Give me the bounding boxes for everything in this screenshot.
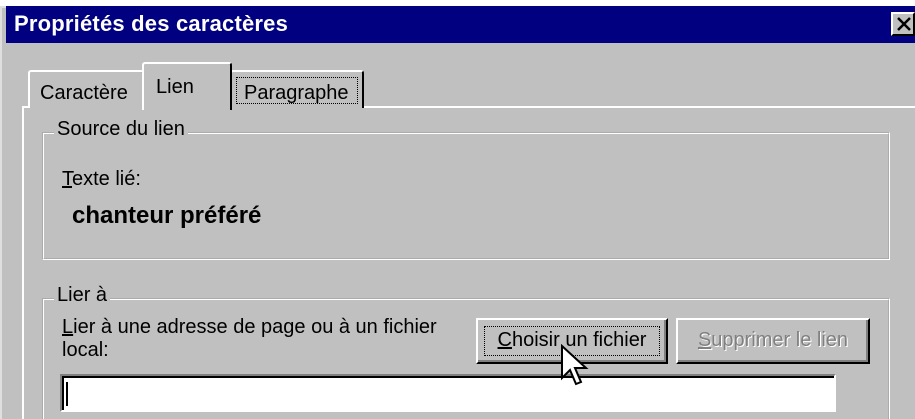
button-label: upprimer le lien xyxy=(711,329,849,351)
tab-paragraphe[interactable]: Paragraphe xyxy=(230,70,364,108)
linked-text-value: chanteur préféré xyxy=(72,202,262,229)
source-group xyxy=(42,132,890,260)
link-address-label: Lier à une adresse de page ou à un fichi… xyxy=(62,316,442,362)
arrow-cursor-icon xyxy=(561,344,589,386)
label-text: ier à une adresse de page ou à un fichie… xyxy=(62,316,437,361)
title-bar[interactable]: Propriétés des caractères xyxy=(6,6,915,43)
close-button[interactable] xyxy=(891,12,915,36)
window-title: Propriétés des caractères xyxy=(14,11,289,36)
accelerator-key: T xyxy=(62,168,72,190)
close-icon xyxy=(897,17,911,31)
accelerator-key: L xyxy=(62,316,74,338)
tab-label: Paragraphe xyxy=(244,82,349,104)
remove-link-button[interactable]: Supprimer le lien xyxy=(676,318,870,364)
tab-caractere[interactable]: Caractère xyxy=(28,70,144,108)
label-text: exte lié: xyxy=(72,168,141,190)
link-url-input[interactable] xyxy=(60,374,836,412)
link-target-legend: Lier à xyxy=(54,284,111,307)
text-caret xyxy=(66,382,68,406)
texte-lie-label: Texte lié: xyxy=(62,168,141,191)
source-group-legend: Source du lien xyxy=(54,118,188,141)
accelerator-key: S xyxy=(697,329,712,351)
tab-lien[interactable]: Lien xyxy=(142,62,232,110)
tab-label: Lien xyxy=(156,76,194,98)
tab-label: Caractère xyxy=(40,82,128,104)
